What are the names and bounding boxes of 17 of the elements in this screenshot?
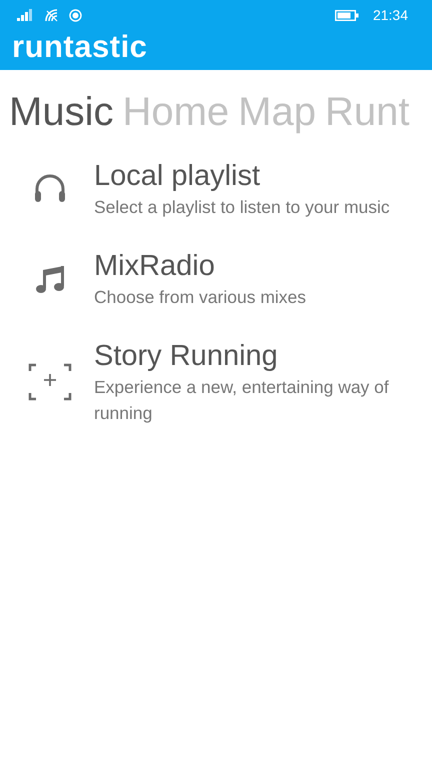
- item-title: Local playlist: [94, 159, 262, 194]
- pivot-tab[interactable]: Music: [9, 88, 114, 136]
- wifi-icon: [45, 8, 59, 22]
- item-description: Select a playlist to listen to your music: [94, 196, 390, 219]
- item-description: Experience a new, entertaining way of running: [94, 376, 390, 425]
- item-title: MixRadio: [94, 249, 216, 284]
- item-title: Story Running: [94, 339, 279, 374]
- menu-item[interactable]: MixRadio Choose from various mixes: [0, 248, 432, 310]
- item-description: Choose from various mixes: [94, 286, 306, 309]
- location-icon: [69, 8, 82, 22]
- menu-item[interactable]: Local playlist Select a playlist to listen to your music: [0, 158, 432, 220]
- menu-item[interactable]: Story Running Experience a new, entertaining way of running: [0, 338, 432, 426]
- signal-icon: [17, 9, 35, 21]
- app-logo: runtastic: [11, 28, 148, 66]
- focus-frame-icon: [28, 362, 72, 402]
- battery-icon: [334, 10, 359, 20]
- clock: 21:34: [372, 7, 408, 23]
